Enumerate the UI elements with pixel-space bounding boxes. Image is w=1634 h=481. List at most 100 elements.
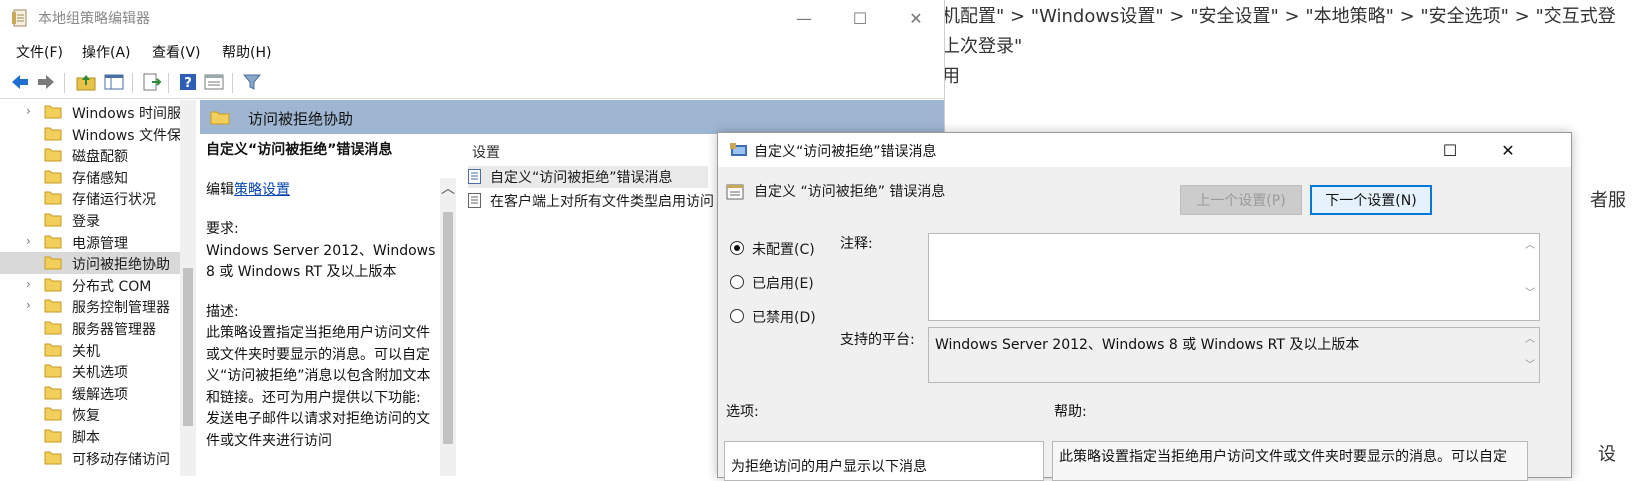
folder-icon	[44, 147, 62, 162]
forward-arrow-icon[interactable]	[34, 70, 58, 94]
setting-label: 自定义“访问被拒绝”错误消息	[490, 170, 673, 186]
tree-item[interactable]: 关机选项	[0, 360, 180, 382]
folder-icon	[44, 277, 62, 292]
tree-item-label: 分布式 COM	[72, 278, 152, 295]
tree-item[interactable]: 存储运行状况	[0, 187, 180, 209]
svg-text:?: ?	[184, 76, 192, 91]
dialog-close-button[interactable]: ✕	[1480, 133, 1536, 167]
tree-item[interactable]: › 分布式 COM	[0, 274, 180, 296]
folder-icon	[44, 450, 62, 465]
chevron-right-icon[interactable]: ›	[26, 234, 31, 248]
chevron-right-icon[interactable]: ›	[26, 277, 31, 291]
description-scrollbar-thumb[interactable]	[443, 212, 453, 444]
folder-icon	[44, 363, 62, 378]
policy-editor-icon	[12, 9, 28, 27]
tree-item-label: 脚本	[72, 430, 100, 446]
show-hide-tree-icon[interactable]	[102, 70, 126, 94]
requirements-label: 要求:	[206, 221, 239, 237]
folder-icon	[44, 342, 62, 357]
tree-item[interactable]: › Windows 时间服	[0, 101, 181, 123]
next-setting-button[interactable]: 下一个设置(N)	[1310, 185, 1432, 215]
setting-row[interactable]: 在客户端上对所有文件类型启用访问	[468, 190, 714, 212]
tree-item[interactable]: 恢复	[0, 403, 180, 425]
settings-column-header[interactable]: 设置	[472, 142, 500, 162]
platform-scroll-arrows[interactable]: ︿ ﹀	[1523, 330, 1537, 371]
tree-item-label: 服务器管理器	[72, 322, 156, 338]
chevron-right-icon[interactable]: ›	[26, 104, 31, 118]
menu-action[interactable]: 操作(A)	[82, 42, 131, 62]
tree-item[interactable]: › 服务控制管理器	[0, 295, 180, 317]
tree-item-label: 存储运行状况	[72, 192, 156, 209]
tree-item[interactable]: Windows 文件保	[0, 123, 181, 145]
options-label: 选项:	[726, 404, 759, 420]
folder-icon	[44, 320, 62, 335]
menu-help[interactable]: 帮助(H)	[222, 42, 271, 62]
folder-icon	[44, 255, 62, 270]
folder-icon	[44, 169, 62, 184]
folder-icon	[44, 428, 62, 443]
tree-item-label: 可移动存储访问	[72, 451, 170, 468]
tree-item[interactable]: 访问被拒绝协助	[0, 252, 180, 275]
policy-description-panel: 自定义“访问被拒绝”错误消息 编辑策略设置 要求: Windows Server …	[206, 140, 438, 470]
tree-item[interactable]: 存储感知	[0, 166, 180, 188]
back-arrow-icon[interactable]	[8, 70, 32, 94]
supported-platform-field: Windows Server 2012、Windows 8 或 Windows …	[928, 327, 1540, 383]
menu-view[interactable]: 查看(V)	[152, 42, 201, 62]
tree-item[interactable]: 登录	[0, 209, 180, 231]
dialog-title: 自定义“访问被拒绝”错误消息	[754, 144, 937, 160]
edit-prefix: 编辑	[206, 181, 234, 198]
help-icon[interactable]: ?	[176, 70, 200, 94]
edit-policy-link[interactable]: 策略设置	[234, 182, 290, 198]
up-folder-icon[interactable]	[74, 70, 98, 94]
tree-item[interactable]: 可移动存储访问	[0, 447, 180, 469]
article-fragment-2: 设	[1598, 444, 1616, 465]
policy-setting-icon	[468, 193, 481, 208]
tree-item[interactable]: 脚本	[0, 425, 180, 447]
tree-item-label: 关机选项	[72, 365, 128, 382]
dialog-maximize-button[interactable]: ☐	[1422, 133, 1478, 167]
close-button[interactable]: ✕	[888, 0, 944, 36]
tree-scrollbar-thumb[interactable]	[183, 268, 193, 426]
folder-icon	[210, 109, 230, 125]
radio-circle[interactable]	[730, 241, 744, 255]
setting-row[interactable]: 自定义“访问被拒绝”错误消息	[468, 166, 708, 188]
help-panel[interactable]: 此策略设置指定当拒绝用户访问文件或文件夹时要显示的消息。可以自定	[1052, 441, 1528, 481]
help-label: 帮助:	[1054, 404, 1087, 420]
folder-icon	[44, 212, 62, 227]
requirements-text: Windows Server 2012、Windows 8 或 Windows …	[206, 242, 436, 281]
menu-file[interactable]: 文件(F)	[16, 42, 63, 62]
platform-label: 支持的平台:	[840, 332, 915, 348]
comment-scroll-arrows[interactable]: ︿ ﹀	[1523, 236, 1537, 299]
radio-circle[interactable]	[730, 275, 744, 289]
tree-item[interactable]: 磁盘配额	[0, 144, 180, 166]
maximize-button[interactable]: ☐	[832, 0, 888, 36]
previous-setting-button[interactable]: 上一个设置(P)	[1180, 185, 1302, 215]
tree-item[interactable]: 关机	[0, 339, 180, 361]
folder-icon	[44, 406, 62, 421]
comment-field[interactable]: ︿ ﹀	[928, 233, 1540, 321]
description-scrollbar[interactable]: ︿	[440, 178, 456, 476]
folder-icon	[44, 385, 62, 400]
filter-icon[interactable]	[240, 70, 264, 94]
options-panel[interactable]: 为拒绝访问的用户显示以下消息	[724, 441, 1044, 481]
folder-icon	[44, 234, 62, 249]
scroll-up-icon[interactable]: ︿	[440, 178, 456, 198]
tree-item[interactable]: › 电源管理	[0, 231, 180, 253]
tree-item[interactable]: 缓解选项	[0, 382, 180, 404]
menu-bar: 文件(F) 操作(A) 查看(V) 帮助(H)	[0, 36, 944, 66]
properties-icon[interactable]	[202, 70, 226, 94]
navigation-tree: › Windows 时间服 Windows 文件保 磁盘配额 存储感知 存储运行状况 登录 ›…	[0, 100, 196, 476]
folder-icon	[44, 126, 62, 141]
category-header: 访问被拒绝协助	[200, 100, 944, 134]
folder-icon	[44, 190, 62, 205]
tree-item[interactable]: 服务器管理器	[0, 317, 180, 339]
chevron-right-icon[interactable]: ›	[26, 298, 31, 312]
policy-dialog-icon	[730, 142, 748, 158]
article-fragment-1: 者服	[1590, 190, 1626, 211]
tree-item-label: 缓解选项	[72, 386, 128, 403]
radio-circle[interactable]	[730, 309, 744, 323]
tree-item-label: 关机	[72, 343, 100, 360]
minimize-button[interactable]: —	[776, 0, 832, 36]
policy-setting-icon	[726, 183, 744, 201]
export-list-icon[interactable]	[140, 70, 164, 94]
